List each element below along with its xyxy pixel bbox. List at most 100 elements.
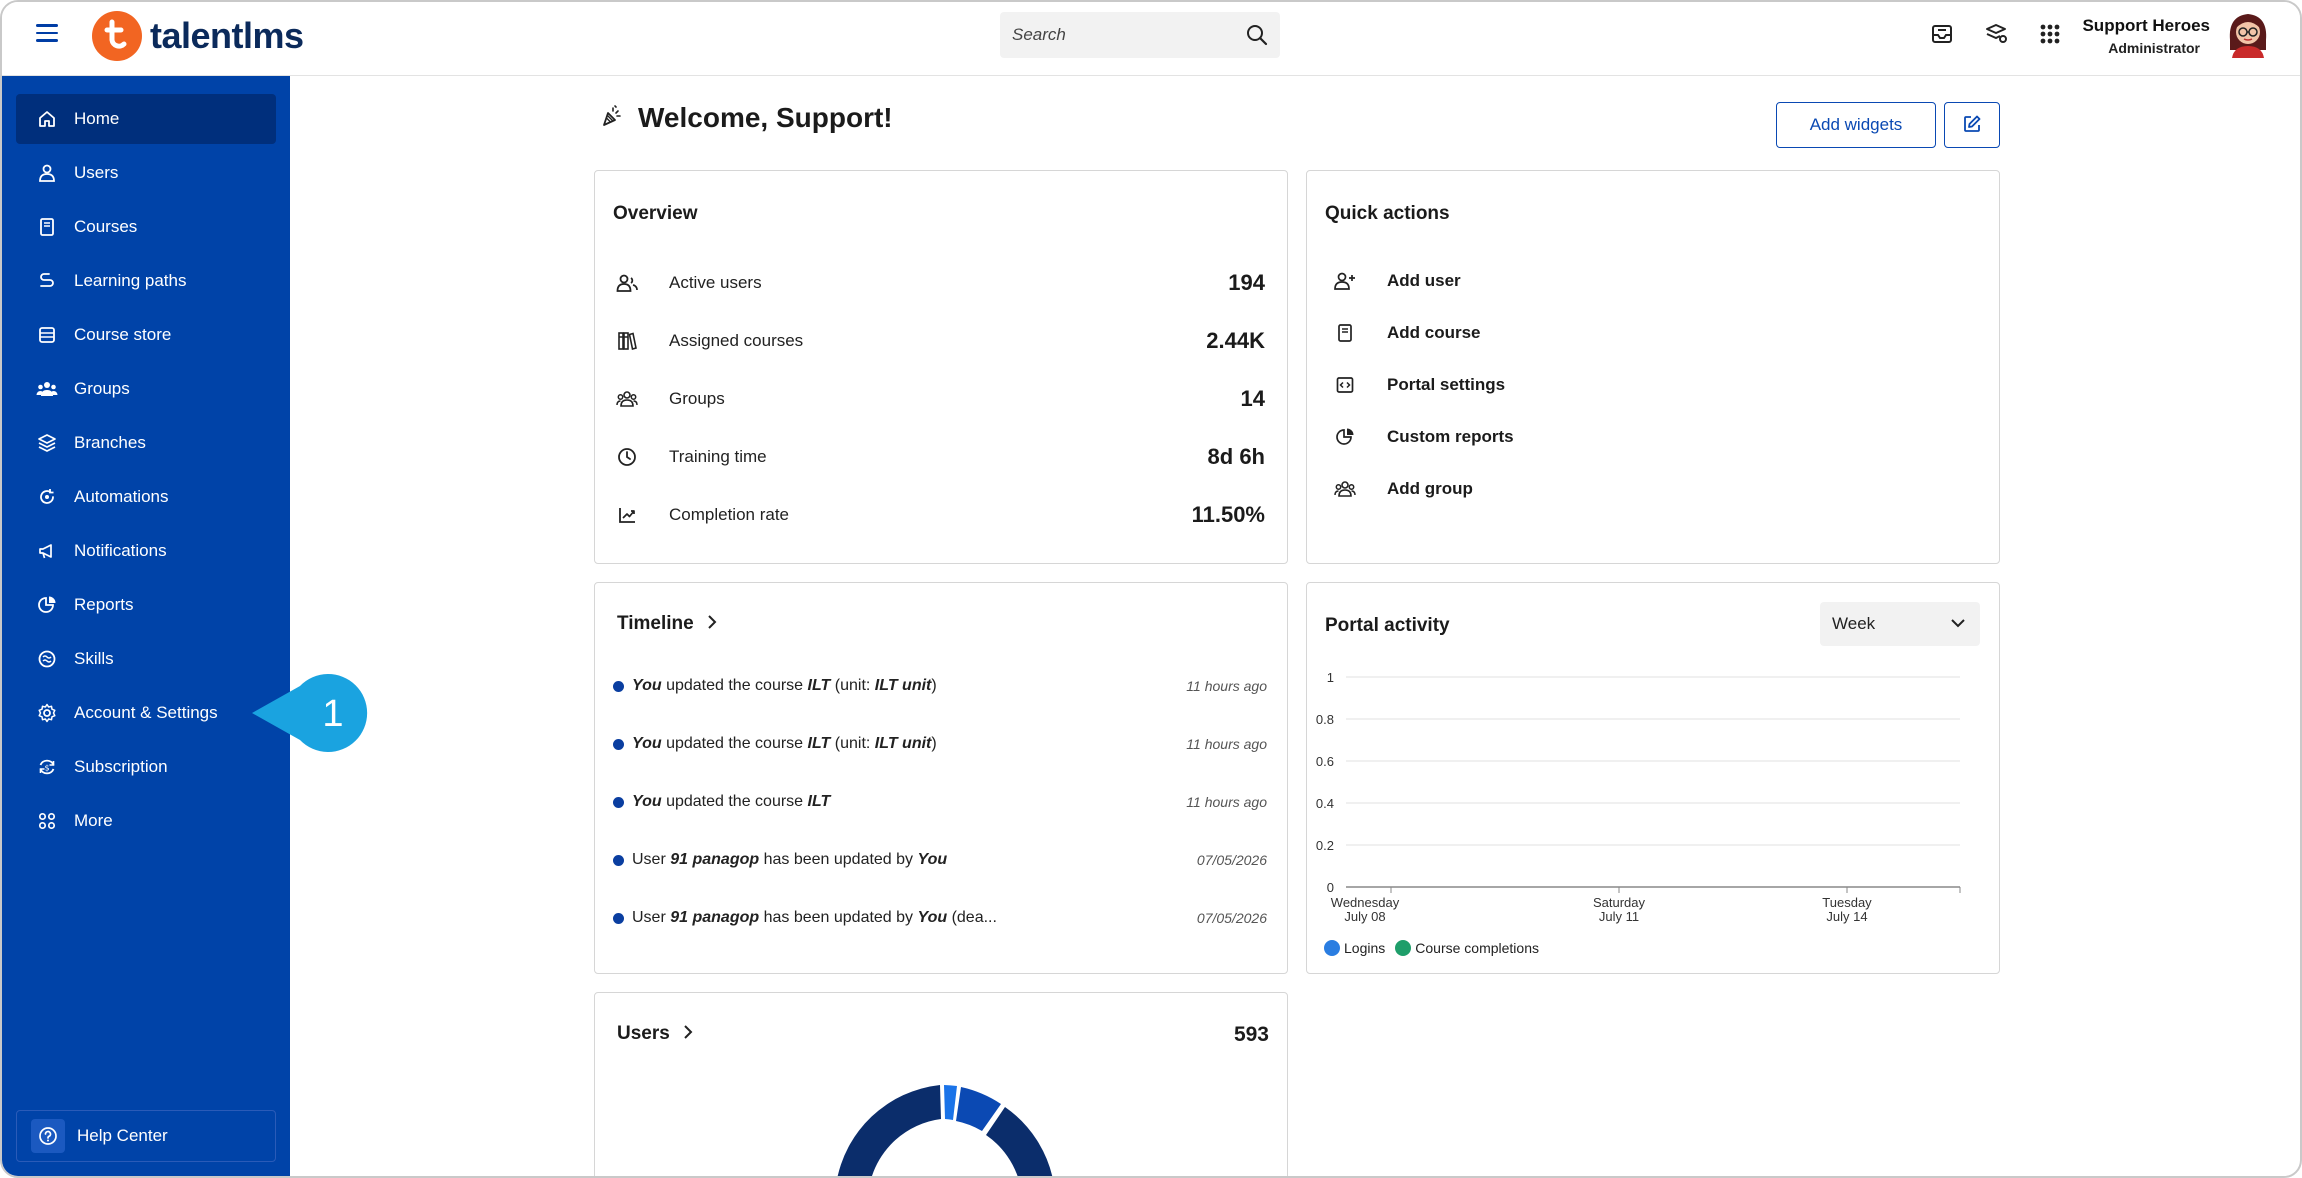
period-select-value: Week [1832,614,1876,633]
welcome-header: Welcome, Support! [600,102,893,134]
sidebar-item-skills[interactable]: Skills [16,634,276,684]
quick-action-label: Add group [1387,479,1473,498]
overview-row-groups: Groups 14 [615,379,1265,419]
sidebar-item-label: Home [74,109,120,128]
edit-icon [1962,114,1982,137]
quick-actions-card: Quick actions Add user Add course Portal… [1306,170,2000,564]
users-title: Users [617,1023,670,1044]
overview-value: 2.44K [1206,328,1265,353]
donut-segment-main [837,1085,941,1176]
app-window: talentlms Support Heroes Administrator [0,0,2302,1178]
timeline-event-text: You updated the course ILT (unit: ILT un… [632,735,937,752]
add-course-action[interactable]: Add course [1327,313,1481,353]
sidebar-item-notifications[interactable]: Notifications [16,526,276,576]
search-input[interactable] [1012,25,1232,45]
user-role: Administrator [2108,40,2200,56]
sidebar-item-users[interactable]: Users [16,148,276,198]
add-widgets-button[interactable]: Add widgets [1776,102,1936,148]
sidebar-item-automations[interactable]: Automations [16,472,276,522]
edit-dashboard-button[interactable] [1944,102,2000,148]
sidebar-item-label: Course store [74,325,172,344]
portal-settings-action[interactable]: Portal settings [1327,365,1505,405]
help-center-button[interactable]: Help Center [16,1110,276,1162]
sidebar-item-course-store[interactable]: Course store [16,310,276,360]
overview-value: 194 [1228,270,1265,295]
sidebar: Home Users Courses Learning paths Course… [2,76,290,1176]
top-bar: talentlms Support Heroes Administrator [2,2,2300,76]
apps-grid-icon[interactable] [2038,22,2064,48]
quick-action-label: Custom reports [1387,427,1514,446]
timeline-event-time: 07/05/2026 [1196,910,1267,926]
assigned-courses-icon [615,329,639,353]
automation-icon [36,486,58,508]
legend-label: Logins [1344,940,1386,956]
x-tick-label: July 11 [1599,909,1639,924]
users-icon [615,271,639,295]
clock-icon [615,445,639,469]
svg-text:$: $ [44,764,49,773]
timeline-title: Timeline [617,613,694,634]
overview-value: 14 [1240,386,1265,411]
sidebar-item-more[interactable]: More [16,796,276,846]
timeline-event: You updated the course ILT (unit: ILT un… [613,671,1267,701]
y-tick-label: 1 [1327,670,1334,685]
more-icon [36,810,58,832]
sidebar-item-branches[interactable]: Branches [16,418,276,468]
chevron-right-icon [682,1024,694,1045]
avatar[interactable] [2226,10,2270,58]
portal-activity-title: Portal activity [1325,615,1450,636]
sidebar-item-courses[interactable]: Courses [16,202,276,252]
quick-action-label: Add user [1387,271,1461,290]
custom-reports-action[interactable]: Custom reports [1327,417,1514,457]
quick-action-label: Add course [1387,323,1481,342]
timeline-bullet [613,738,624,750]
timeline-event-text: You updated the course ILT [632,793,831,810]
pie-icon [36,594,58,616]
sidebar-item-label: Reports [74,595,134,614]
x-tick-label: Saturday [1593,895,1646,910]
sidebar-item-label: Courses [74,217,138,236]
subscription-icon: $ [36,756,58,778]
sidebar-item-learning-paths[interactable]: Learning paths [16,256,276,306]
courses-store-icon[interactable] [1984,22,2010,48]
donut-segment-right [986,1107,1053,1176]
add-user-icon [1327,269,1363,293]
sidebar-item-subscription[interactable]: $ Subscription [16,742,276,792]
add-user-action[interactable]: Add user [1327,261,1461,301]
chart-legend: Logins Course completions [1324,940,1539,956]
sidebar-item-account-settings[interactable]: Account & Settings [16,688,276,738]
sidebar-item-label: Subscription [74,757,168,776]
sidebar-item-label: Automations [74,487,169,506]
logo-mark-icon [92,11,142,61]
timeline-event-time: 11 hours ago [1186,794,1267,810]
sidebar-item-label: Skills [74,649,114,668]
overview-label: Training time [669,447,767,466]
sidebar-item-home[interactable]: Home [16,94,276,144]
overview-card: Overview Active users 194 Assigned cours… [594,170,1288,564]
menu-icon[interactable] [36,24,58,44]
search-icon[interactable] [1246,24,1268,51]
timeline-event-time: 07/05/2026 [1196,852,1267,868]
period-select[interactable]: Week [1820,602,1980,646]
users-header-link[interactable]: Users [617,1023,694,1045]
donut-segment-small [944,1085,957,1120]
sidebar-item-reports[interactable]: Reports [16,580,276,630]
overview-row-completion-rate: Completion rate 11.50% [615,495,1265,535]
timeline-card: Timeline You updated the course ILT (uni… [594,582,1288,974]
sidebar-item-label: Learning paths [74,271,187,290]
x-tick-label: Tuesday [1822,895,1872,910]
search-box [1000,12,1280,58]
sidebar-item-groups[interactable]: Groups [16,364,276,414]
x-tick-label: July 08 [1344,909,1385,924]
add-course-icon [1327,321,1363,345]
logo[interactable]: talentlms [92,10,304,62]
timeline-header-link[interactable]: Timeline [617,613,718,635]
add-group-action[interactable]: Add group [1327,469,1473,509]
timeline-event: You updated the course ILT (unit: ILT un… [613,729,1267,759]
overview-value: 11.50% [1191,502,1265,527]
legend-swatch-logins [1324,940,1340,956]
code-icon [1327,373,1363,397]
overview-row-assigned-courses: Assigned courses 2.44K [615,321,1265,361]
inbox-icon[interactable] [1930,22,1956,48]
trend-icon [615,503,639,527]
